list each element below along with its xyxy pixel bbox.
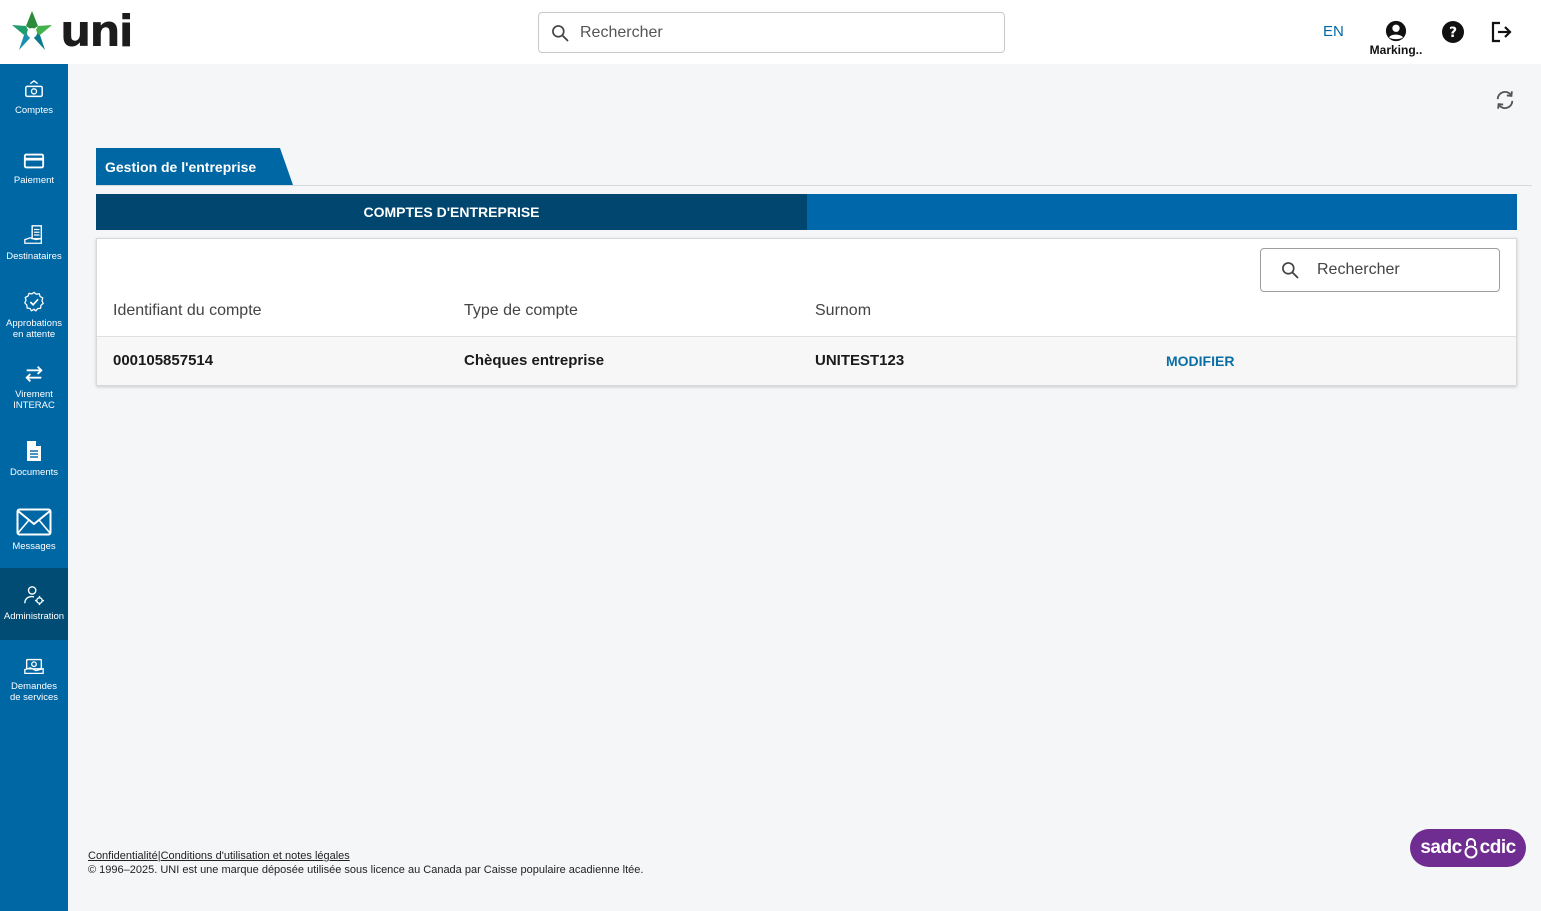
sidebar-item-label: Destinataires [6, 251, 62, 262]
tab-label: Gestion de l'entreprise [105, 159, 257, 175]
document-icon [27, 441, 41, 461]
sidebar-item-label: Documents [9, 467, 59, 478]
credit-card-icon [23, 153, 45, 169]
search-icon [552, 24, 569, 41]
sidebar-item-destinataires[interactable]: Destinataires [0, 208, 68, 280]
column-header-account-id[interactable]: Identifiant du compte [113, 302, 262, 320]
tab-gestion-entreprise[interactable]: Gestion de l'entreprise [96, 148, 296, 185]
logo-wordmark: uni [60, 6, 134, 57]
terms-link[interactable]: Conditions d'utilisation et notes légale… [161, 850, 350, 862]
account-id-cell: 000105857514 [113, 352, 214, 369]
search-icon [1282, 262, 1299, 279]
service-request-icon [24, 658, 44, 674]
user-account-icon [1385, 20, 1407, 42]
sidebar-item-label: Messages [12, 541, 56, 552]
logout-icon[interactable] [1489, 20, 1513, 44]
section-title: COMPTES D'ENTREPRISE [363, 204, 540, 220]
accounts-icon [25, 80, 43, 98]
sidebar-item-label: Comptes [14, 105, 53, 116]
table-row: 000105857514 Chèques entreprise UNITEST1… [97, 337, 1516, 385]
sidebar-item-documents[interactable]: Documents [0, 424, 68, 496]
tab-divider [96, 185, 1532, 186]
user-name-label: Marking.. [1369, 43, 1423, 57]
modify-button[interactable]: MODIFIER [1166, 353, 1234, 369]
transfer-arrows-icon [25, 366, 43, 382]
page-footer: Confidentialité|Conditions d'utilisation… [88, 849, 643, 877]
column-header-nickname[interactable]: Surnom [815, 302, 871, 320]
payees-icon [24, 225, 43, 244]
uni-star-logo-icon [12, 11, 52, 50]
sidebar-item-messages[interactable]: Messages [0, 496, 68, 568]
sidebar-item-approbations[interactable]: Approbations en attente [0, 280, 68, 352]
cdic-badge-right-text: cdic [1479, 837, 1517, 858]
uni-logo[interactable]: uni [8, 6, 134, 57]
privacy-link[interactable]: Confidentialité [88, 850, 158, 862]
sidebar-item-demandes-de-services[interactable]: Demandes de services [0, 640, 68, 712]
sidebar-item-label: Approbations en attente [6, 318, 62, 340]
top-header: uni EN Marking.. ? [0, 0, 1541, 64]
cdic-badge[interactable]: sadc cdic [1410, 829, 1526, 867]
user-gear-icon [24, 586, 45, 606]
nickname-cell: UNITEST123 [815, 352, 905, 369]
svg-text:?: ? [1449, 25, 1457, 41]
accounts-table-card: Identifiant du compte Type de compte Sur… [96, 238, 1517, 386]
sidebar-item-administration[interactable]: Administration [0, 568, 68, 640]
sidebar-item-comptes[interactable]: Comptes [0, 64, 68, 136]
sidebar-item-label: Virement INTERAC [13, 389, 55, 411]
language-toggle[interactable]: EN [1323, 23, 1344, 40]
section-header-bar: COMPTES D'ENTREPRISE [96, 194, 1517, 230]
section-tab-comptes-entreprise[interactable]: COMPTES D'ENTREPRISE [96, 194, 807, 230]
table-search-box[interactable] [1260, 248, 1500, 292]
help-circle-icon[interactable]: ? [1441, 20, 1465, 44]
copyright-text: © 1996–2025. UNI est une marque déposée … [88, 864, 644, 876]
sidebar-item-paiement[interactable]: Paiement [0, 136, 68, 208]
sidebar-item-virement-interac[interactable]: Virement INTERAC [0, 352, 68, 424]
global-search-box[interactable] [538, 12, 1005, 53]
user-menu[interactable]: Marking.. [1368, 20, 1424, 57]
sidebar-nav: Comptes Paiement Destinataires Approbati… [0, 64, 68, 911]
account-type-cell: Chèques entreprise [464, 352, 605, 369]
cdic-badge-left-text: sadc [1420, 837, 1462, 858]
sidebar-item-label: Paiement [13, 175, 55, 186]
table-search-input[interactable] [1317, 261, 1497, 279]
sidebar-item-label: Demandes de services [9, 681, 59, 703]
envelope-icon [16, 508, 52, 536]
lock-icon [1464, 838, 1478, 859]
global-search-input[interactable] [580, 23, 980, 42]
approval-badge-icon [24, 291, 44, 312]
sidebar-item-label: Administration [3, 611, 65, 622]
column-header-account-type[interactable]: Type de compte [464, 302, 578, 320]
refresh-icon[interactable] [1494, 89, 1516, 111]
